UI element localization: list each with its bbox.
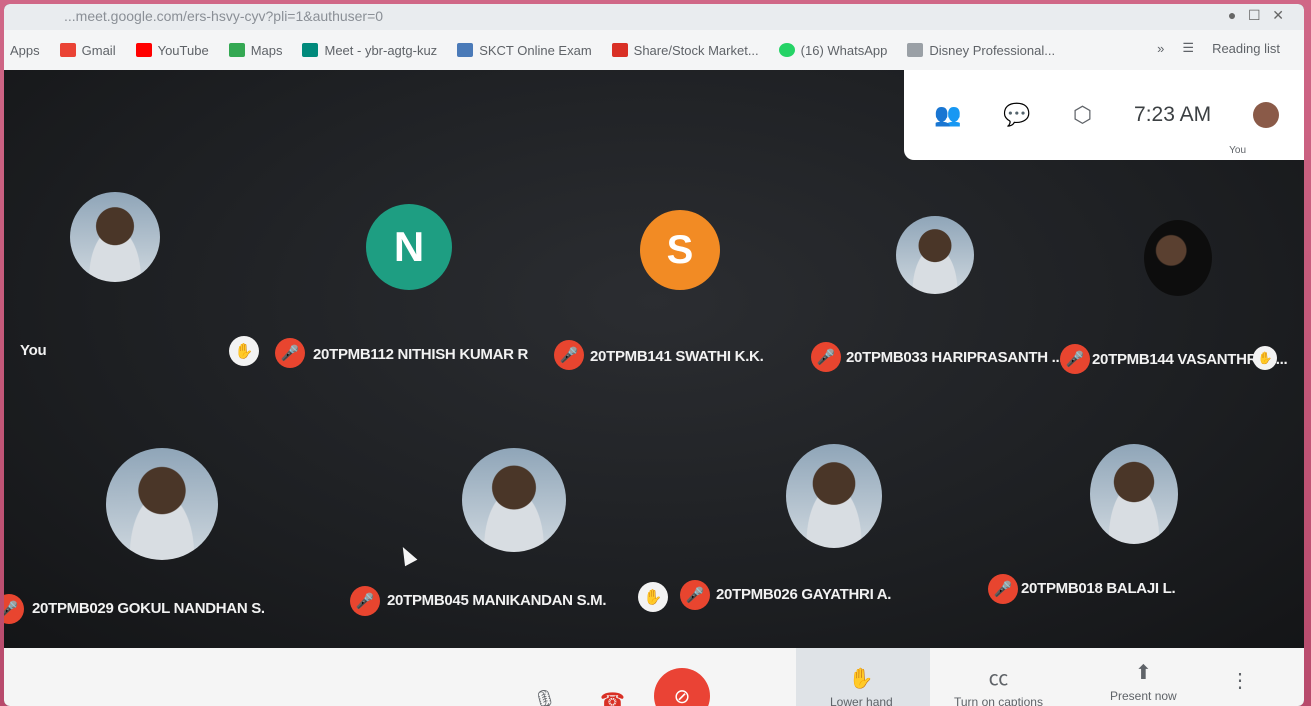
mic-off-icon: 🎤 xyxy=(811,342,841,372)
youtube-icon xyxy=(135,43,152,57)
avatar-initial: S xyxy=(640,210,720,290)
avatar xyxy=(70,192,160,282)
meeting-info-panel: 👥 💬 ⬡ 7:23 AM You xyxy=(904,70,1304,160)
self-label: You xyxy=(1229,145,1246,156)
camera-off-button[interactable]: ⊘ xyxy=(654,668,710,706)
window-controls[interactable]: ● ☐ ✕ xyxy=(1228,7,1284,24)
lower-hand-button[interactable]: ✋ Lower hand xyxy=(830,666,893,706)
bookmark-stock[interactable]: Share/Stock Market... xyxy=(611,43,759,58)
avatar-initial: N xyxy=(366,204,452,290)
hand-icon: ✋ xyxy=(848,668,874,690)
clock: 7:23 AM xyxy=(1134,103,1212,126)
whatsapp-icon xyxy=(778,43,795,57)
hand-icon: ✋ xyxy=(229,336,259,366)
participant-name: 20TPMB045 MANIKANDAN S.M. xyxy=(387,592,607,609)
phone-icon: ☎ xyxy=(600,690,625,706)
more-options-button[interactable]: ⋮ xyxy=(1230,668,1250,697)
avatar xyxy=(896,216,974,294)
participant-name: 20TPMB112 NITHISH KUMAR R xyxy=(313,346,529,363)
maps-icon xyxy=(228,43,245,57)
bookmark-youtube[interactable]: YouTube xyxy=(135,43,209,58)
disney-icon xyxy=(907,43,924,57)
avatar xyxy=(786,444,882,548)
participant-name: You xyxy=(20,342,47,359)
mic-off-icon: 🎤 xyxy=(554,340,584,370)
avatar xyxy=(1144,220,1212,296)
exam-icon xyxy=(457,43,474,57)
participant-name: 20TPMB029 GOKUL NANDHAN S. xyxy=(32,600,265,617)
mic-icon: 🎙 xyxy=(532,690,558,706)
activities-icon[interactable]: ⬡ xyxy=(1073,102,1092,128)
leave-button[interactable]: ☎ xyxy=(600,688,625,706)
participant-name: 20TPMB033 HARIPRASANTH ... xyxy=(846,349,1064,366)
bookmark-meet[interactable]: Meet - ybr-agtg-kuz xyxy=(302,43,437,58)
hand-icon: ✋ xyxy=(638,582,668,612)
bookmark-maps[interactable]: Maps xyxy=(228,43,282,58)
mic-off-icon: 🎤 xyxy=(1060,344,1090,374)
camera-off-icon: ⊘ xyxy=(673,685,691,706)
chat-icon[interactable]: 💬 xyxy=(1003,102,1030,128)
control-bar: 🎙 ☎ ⊘ ✋ Lower hand ㏄ Turn on captions ⬆ Pre… xyxy=(4,648,1304,706)
url-text: ...meet.google.com/ers-hsvy-cyv?pli=1&au… xyxy=(64,8,384,24)
reading-list-area[interactable]: » ☰ Reading list xyxy=(1157,40,1280,56)
avatar xyxy=(106,448,218,560)
more-icon: ⋮ xyxy=(1230,670,1250,692)
bookmark-apps[interactable]: Apps xyxy=(10,43,40,58)
gmail-icon xyxy=(59,43,76,57)
address-bar[interactable]: ...meet.google.com/ers-hsvy-cyv?pli=1&au… xyxy=(4,4,1304,30)
mic-off-icon: 🎤 xyxy=(350,586,380,616)
photo-frame: ...meet.google.com/ers-hsvy-cyv?pli=1&au… xyxy=(0,0,1311,706)
bookmark-gmail[interactable]: Gmail xyxy=(59,43,116,58)
mic-off-icon: 🎤 xyxy=(680,580,710,610)
present-icon: ⬆ xyxy=(1134,662,1152,684)
meet-icon xyxy=(302,43,319,57)
participant-name: 20TPMB018 BALAJI L. xyxy=(1021,580,1176,597)
avatar xyxy=(1090,444,1178,544)
present-button[interactable]: ⬆ Present now xyxy=(1110,660,1177,703)
people-icon[interactable]: 👥 xyxy=(934,102,961,128)
chevron-right-icon: » xyxy=(1157,40,1165,56)
avatar xyxy=(1253,102,1280,128)
bookmarks-bar: Apps Gmail YouTube Maps Meet - ybr-agtg-… xyxy=(4,30,1304,70)
reading-list-icon: ☰ xyxy=(1182,40,1195,55)
bookmark-skct[interactable]: SKCT Online Exam xyxy=(457,43,592,58)
captions-button[interactable]: ㏄ Turn on captions xyxy=(954,662,1043,706)
hand-icon: ✋ xyxy=(1253,346,1277,370)
avatar xyxy=(462,448,566,552)
mic-off-icon: 🎤 xyxy=(4,594,24,624)
bookmark-disney[interactable]: Disney Professional... xyxy=(907,43,1055,58)
mic-off-icon: 🎤 xyxy=(275,338,305,368)
captions-icon: ㏄ xyxy=(988,668,1009,690)
participant-name: 20TPMB026 GAYATHRI A. xyxy=(716,586,892,603)
bookmark-whatsapp[interactable]: (16) WhatsApp xyxy=(778,43,887,58)
mic-off-icon: 🎤 xyxy=(988,574,1018,604)
monitor-screen: ...meet.google.com/ers-hsvy-cyv?pli=1&au… xyxy=(4,4,1304,706)
mouse-cursor xyxy=(396,543,418,567)
stock-icon xyxy=(611,43,628,57)
mic-button[interactable]: 🎙 xyxy=(532,688,557,706)
participant-name: 20TPMB141 SWATHI K.K. xyxy=(590,348,764,365)
